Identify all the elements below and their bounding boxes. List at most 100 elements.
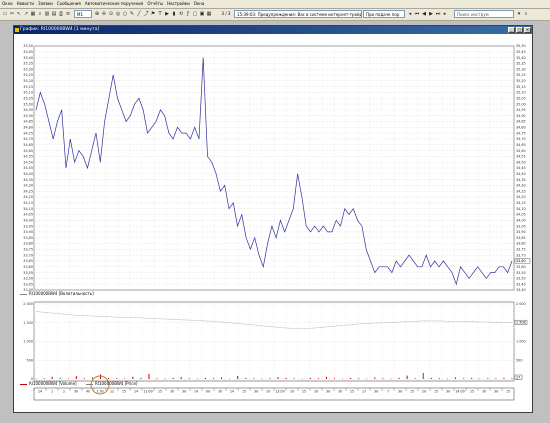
volume-bar: [406, 375, 408, 379]
legend-swatch: [20, 293, 27, 295]
time-tick-label: 30: [74, 390, 78, 394]
volume-bar: [446, 378, 448, 380]
price-tick-label: 34,05: [23, 213, 33, 217]
back-icon[interactable]: ◀: [421, 11, 427, 18]
price-tick-label: 34,15: [516, 201, 526, 205]
flag-icon[interactable]: ⚑: [150, 11, 156, 18]
price-tick-label: 33,85: [516, 236, 526, 240]
price-tick-label: 35,50: [516, 44, 526, 48]
menu-item[interactable]: Окна: [0, 0, 15, 8]
close-button[interactable]: ×: [524, 27, 531, 33]
volume-bar: [317, 378, 319, 379]
volume-bar: [285, 377, 287, 379]
open-icon[interactable]: ▭: [2, 11, 8, 18]
volume-bar: [301, 378, 303, 380]
nav-icon[interactable]: ▸: [442, 11, 448, 18]
volume-bar: [495, 378, 497, 379]
price-tick-label: 35,40: [516, 56, 526, 60]
price-tick-label: 35,00: [23, 102, 33, 106]
fx-icon[interactable]: ƒ: [185, 11, 191, 18]
price-tick-label: 33,80: [23, 242, 33, 246]
legend-volatility-label: RI100000BW4 [Волатильность]: [29, 291, 94, 296]
menu-item[interactable]: Заявки: [36, 0, 55, 8]
time-tick-label: 30: [398, 390, 402, 394]
minimize-button[interactable]: _: [508, 27, 515, 33]
circle-icon[interactable]: ○: [122, 11, 128, 18]
chart-icon[interactable]: ▦: [30, 11, 36, 18]
volume-bar: [366, 378, 368, 380]
price-tick-label: 34,25: [516, 189, 526, 193]
print-icon[interactable]: ⎙: [58, 11, 64, 18]
line-icon[interactable]: ╱: [136, 11, 142, 18]
volume-bar: [212, 378, 214, 379]
price-tick-label: 33,85: [23, 236, 33, 240]
lower-tick-label: 2 000: [516, 302, 526, 306]
menu-item[interactable]: Новости: [15, 0, 36, 8]
list-icon[interactable]: ≡: [65, 11, 71, 18]
zoom-icon[interactable]: ⊙: [108, 11, 114, 18]
time-tick-label: 30: [338, 390, 342, 394]
price-tick-label: 34,55: [516, 155, 526, 159]
price-tick-label: 34,55: [23, 155, 33, 159]
search-icon[interactable]: ⌕: [37, 11, 43, 18]
lower-tick-label: 500: [27, 358, 33, 362]
time-tick-label: 7: [387, 390, 389, 394]
menu-item[interactable]: Окна: [192, 0, 207, 8]
price-tick-label: 34,90: [516, 114, 526, 118]
time-tick-label: 15: [242, 390, 246, 394]
cross-icon[interactable]: ✢: [101, 11, 107, 18]
first-icon[interactable]: ⏮: [414, 11, 420, 18]
price-tick-label: 35,25: [516, 73, 526, 77]
search-icon[interactable]: ⌕: [523, 11, 529, 18]
text-tool-icon[interactable]: T: [157, 11, 163, 18]
bar-chart-icon[interactable]: ▥: [44, 11, 50, 18]
prev-icon[interactable]: ◂: [407, 11, 413, 18]
menu-item[interactable]: Сообщения: [55, 0, 83, 8]
page-counter: 3 / 3: [219, 10, 233, 18]
last-icon[interactable]: ⏭: [435, 11, 441, 18]
chart-area[interactable]: 35,50 35,50 35,45 35,45 35,40 35,40 35,35 35,35…: [14, 34, 532, 412]
cut-icon[interactable]: ✂: [9, 11, 15, 18]
zoom-in-icon[interactable]: ⊕: [94, 11, 100, 18]
history-icon[interactable]: ⟲: [178, 11, 184, 18]
scale-select[interactable]: М1: [74, 10, 92, 18]
play-icon[interactable]: ▶: [164, 11, 170, 18]
price-tick-label: 35,15: [516, 85, 526, 89]
price-tick-label: 34,10: [23, 207, 33, 211]
volume-bar: [245, 377, 247, 379]
instrument-search-input[interactable]: Поиск инструм: [454, 10, 514, 18]
volume-bar: [438, 378, 440, 379]
window-icon[interactable]: ▢: [192, 11, 198, 18]
bars-icon[interactable]: ▮: [171, 11, 177, 18]
arrow-right-icon[interactable]: ↗: [23, 11, 29, 18]
volume-bar: [43, 378, 45, 379]
grid-icon[interactable]: ▤: [51, 11, 57, 18]
arrow-left-icon[interactable]: ↖: [16, 11, 22, 18]
menu-item[interactable]: Отчёты: [145, 0, 165, 8]
price-tick-label: 33,60: [516, 265, 526, 269]
lower-tick-label: 500: [516, 358, 522, 362]
price-tick-label: 33,90: [23, 230, 33, 234]
time-tick-label: 15: [506, 390, 510, 394]
lower-tick-label: 2 000: [23, 302, 33, 306]
price-tick-label: 35,20: [516, 79, 526, 83]
volume-bar: [293, 378, 295, 379]
maximize-button[interactable]: □: [516, 27, 523, 33]
price-tick-label: 34,70: [23, 137, 33, 141]
window-icon[interactable]: ▣: [199, 11, 205, 18]
menu-item[interactable]: Настройки: [165, 0, 192, 8]
trend-icon[interactable]: ⤴: [143, 11, 149, 18]
pen-icon[interactable]: ✎: [129, 11, 135, 18]
chevron-down-icon[interactable]: ▾: [516, 11, 522, 18]
forward-icon[interactable]: ▶: [428, 11, 434, 18]
ticker-field[interactable]: При подаче пор: [363, 10, 405, 18]
message-field[interactable]: 15:39:03: Предупреждение: Вас в системе …: [234, 10, 362, 18]
menu-item[interactable]: Автоматические поручения: [83, 0, 145, 8]
price-tick-label: 35,30: [23, 67, 33, 71]
layout-icon[interactable]: ▦: [206, 11, 212, 18]
price-tick-label: 33,65: [23, 259, 33, 263]
time-tick-label: 11:00: [143, 390, 152, 394]
volume-bar: [253, 378, 255, 379]
legend-volatility: RI100000BW4 [Волатильность]: [20, 291, 94, 296]
target-icon[interactable]: ◎: [115, 11, 121, 18]
